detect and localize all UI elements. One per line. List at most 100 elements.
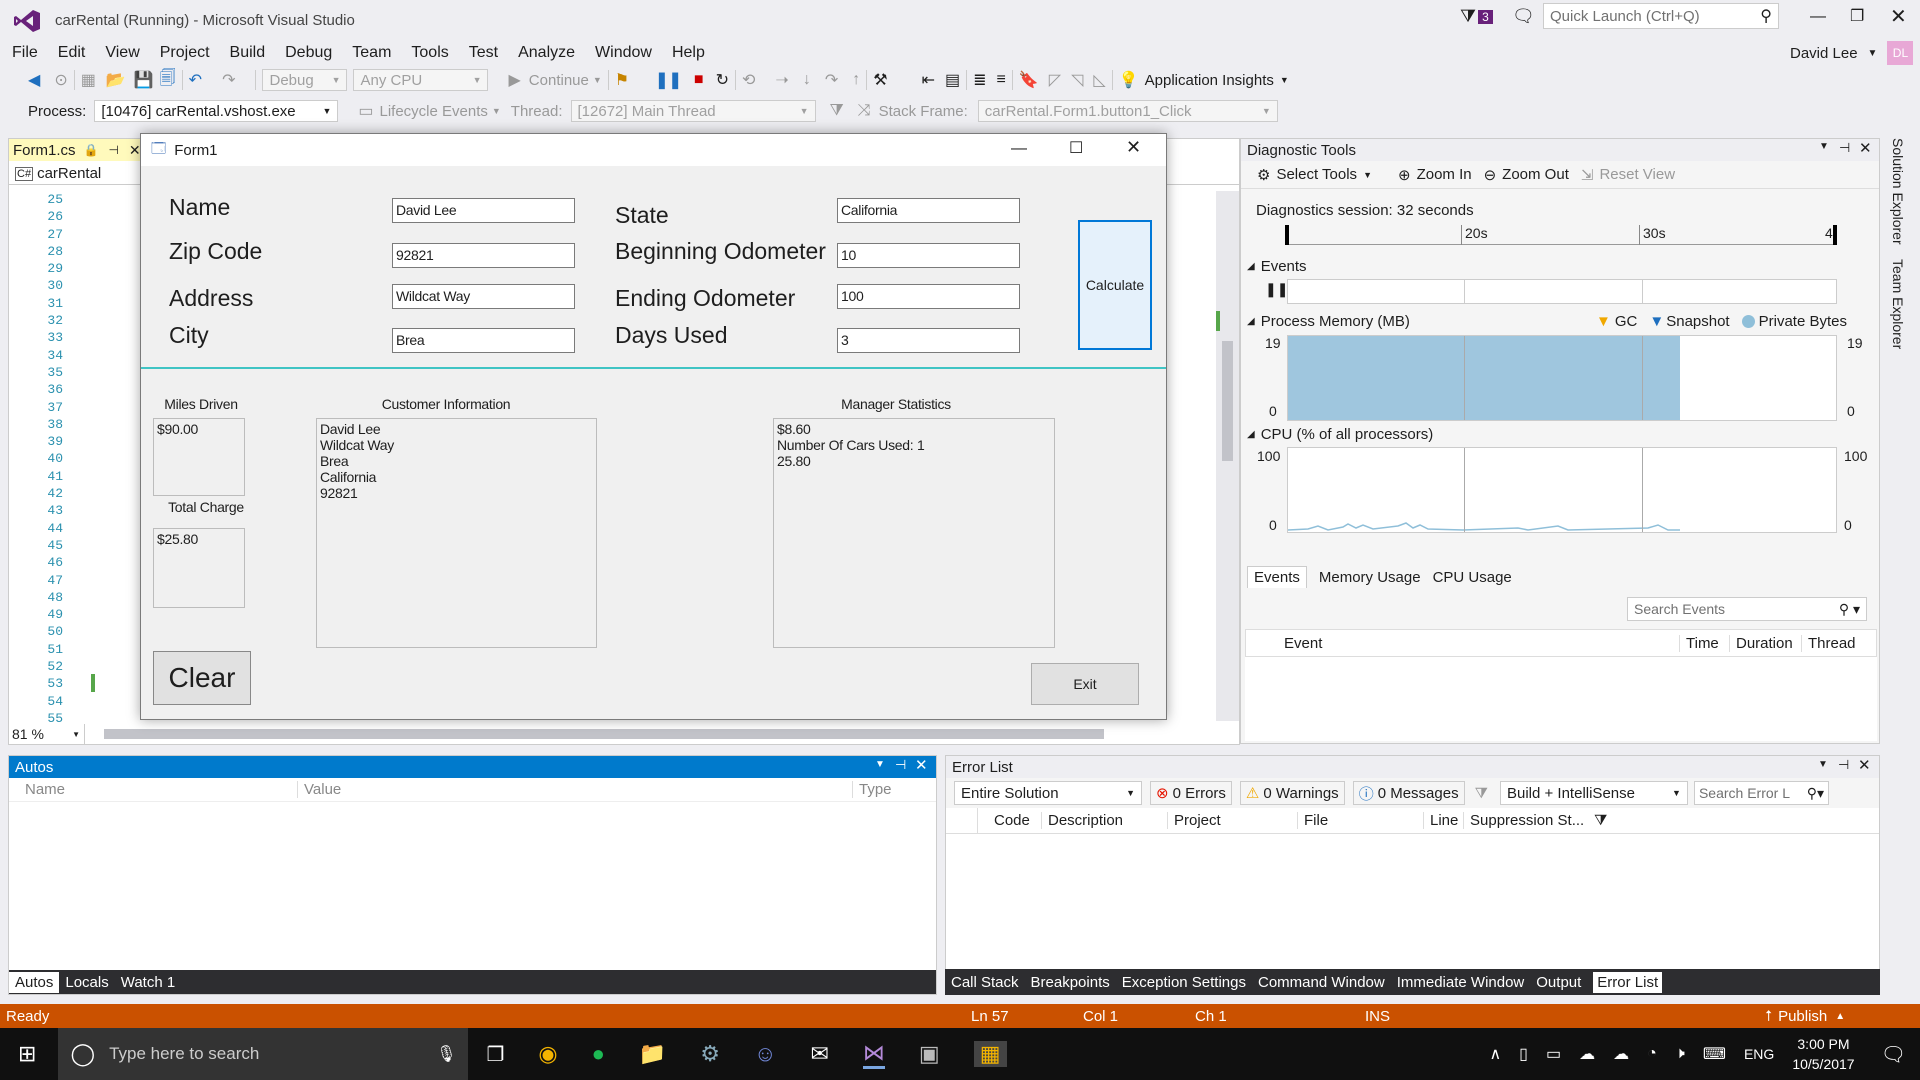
stack-frame-select[interactable]: carRental.Form1.button1_Click ▼ (977, 100, 1278, 122)
step-into-icon[interactable]: ➝ (775, 70, 788, 90)
user-name[interactable]: David Lee (1790, 45, 1858, 62)
lifecycle-events-button[interactable]: Lifecycle Events (379, 103, 487, 120)
close-button[interactable]: ✕ (1890, 4, 1907, 29)
messages-filter-button[interactable]: ⓘ 0 Messages (1352, 781, 1465, 805)
menu-tools[interactable]: Tools (411, 44, 448, 62)
build-select[interactable]: Build + IntelliSense ▼ (1499, 781, 1688, 805)
hot-path-icon[interactable]: ⚒ (873, 70, 887, 90)
publish-button[interactable]: Publish (1778, 1008, 1827, 1025)
microphone-icon[interactable]: 🎙 (436, 1044, 456, 1064)
filter-icon[interactable]: ⧩ (1594, 812, 1607, 829)
zoom-in-icon[interactable]: ⊕ (1398, 166, 1411, 184)
battery-icon[interactable]: ▭ (1546, 1044, 1561, 1064)
gear-icon[interactable]: ⚙ (1257, 166, 1270, 184)
lock-icon[interactable]: 🔒 (84, 143, 99, 157)
onedrive-icon[interactable]: ☁ (1579, 1044, 1595, 1064)
memory-section-header[interactable]: ◢ Process Memory (MB) (1247, 313, 1410, 330)
save-icon[interactable]: 💾 (134, 70, 154, 90)
form-close-button[interactable]: ✕ (1126, 137, 1141, 158)
tab-cpu-usage[interactable]: CPU Usage (1433, 569, 1512, 586)
tab-breakpoints[interactable]: Breakpoints (1031, 974, 1110, 991)
new-project-icon[interactable]: ▦ (81, 70, 96, 90)
clear-button[interactable]: Clear (153, 651, 251, 705)
running-form-icon[interactable]: ▦ (973, 1041, 1007, 1067)
pin-icon[interactable]: ⊣ (1839, 140, 1850, 156)
tab-watch-1[interactable]: Watch 1 (121, 974, 175, 991)
menu-test[interactable]: Test (469, 44, 498, 62)
windows-start-icon[interactable]: ⊞ (18, 1041, 36, 1067)
address-input[interactable]: Wildcat Way (392, 284, 575, 309)
save-all-icon[interactable]: 🗐 (160, 67, 176, 94)
vertical-scrollbar[interactable] (1216, 191, 1239, 721)
events-section-header[interactable]: ◢ Events (1247, 258, 1307, 275)
chevron-down-icon[interactable]: ▼ (593, 75, 602, 85)
chevron-up-icon[interactable]: ∧ (1489, 1044, 1501, 1064)
mail-icon[interactable]: ✉ (810, 1041, 828, 1067)
tab-form1-cs[interactable]: Form1.cs 🔒 ⊣ ✕ (9, 139, 144, 161)
pause-icon[interactable]: ❚❚ (655, 70, 682, 90)
file-explorer-icon[interactable]: 📁 (639, 1041, 666, 1067)
search-events-input[interactable]: Search Events ⚲ ▾ (1627, 597, 1867, 621)
flag-thread-icon[interactable]: ⧩ (830, 102, 844, 120)
minimize-button[interactable]: — (1810, 8, 1826, 26)
col-description[interactable]: Description (1042, 812, 1168, 829)
exit-button[interactable]: Exit (1031, 663, 1139, 705)
chevron-down-icon[interactable]: ▼ (1280, 75, 1289, 85)
chevron-down-icon[interactable]: ▼ (1818, 759, 1828, 770)
scope-select[interactable]: Entire Solution ▼ (954, 781, 1142, 805)
col-name[interactable]: Name (25, 781, 297, 798)
clear-filter-icon[interactable]: ⧩ (1475, 785, 1488, 802)
back-icon[interactable]: ◀ (28, 70, 40, 90)
tab-immediate-window[interactable]: Immediate Window (1397, 974, 1525, 991)
avatar[interactable]: DL (1887, 41, 1914, 65)
col-code[interactable]: Code (978, 812, 1042, 829)
search-error-list-input[interactable]: Search Error L ⚲▾ (1693, 781, 1829, 805)
form-maximize-button[interactable]: ☐ (1069, 138, 1083, 158)
app-insights-button[interactable]: Application Insights (1145, 72, 1274, 89)
clear-bookmark-icon[interactable]: ◺ (1093, 70, 1105, 90)
zoom-in-button[interactable]: Zoom In (1417, 166, 1472, 183)
zoom-out-icon[interactable]: ⊖ (1484, 166, 1497, 184)
thread-select[interactable]: [12672] Main Thread ▼ (570, 100, 816, 122)
tab-exception-settings[interactable]: Exception Settings (1122, 974, 1246, 991)
language-indicator[interactable]: ENG (1744, 1046, 1774, 1062)
zip-input[interactable]: 92821 (392, 243, 575, 268)
col-project[interactable]: Project (1168, 812, 1298, 829)
taskbar-search[interactable]: ◯ Type here to search 🎙 (58, 1028, 469, 1080)
form-minimize-button[interactable]: — (1011, 140, 1027, 158)
menu-window[interactable]: Window (595, 44, 652, 62)
col-line[interactable]: Line (1424, 812, 1464, 829)
lightbulb-icon[interactable]: 💡 (1119, 70, 1139, 90)
cloud-icon[interactable]: ☁ (1613, 1044, 1629, 1064)
tab-output[interactable]: Output (1536, 974, 1581, 991)
state-input[interactable]: California (837, 198, 1020, 223)
visual-studio-icon[interactable]: ⋈ (862, 1040, 885, 1069)
close-icon[interactable]: ✕ (915, 756, 928, 774)
menu-build[interactable]: Build (230, 44, 266, 62)
config-select[interactable]: Debug ▼ (262, 69, 348, 91)
platform-select[interactable]: Any CPU ▼ (353, 69, 489, 91)
tab-memory-usage[interactable]: Memory Usage (1319, 569, 1421, 586)
menu-project[interactable]: Project (160, 44, 210, 62)
tab-team-explorer[interactable]: Team Explorer (1890, 259, 1906, 349)
app-icon[interactable]: ▣ (919, 1041, 940, 1067)
lifecycle-icon[interactable]: ▭ (358, 101, 373, 121)
col-event[interactable]: Event (1284, 635, 1679, 652)
step-over-icon[interactable]: ↓ (803, 71, 811, 89)
restore-button[interactable]: ❐ (1850, 6, 1864, 26)
stop-icon[interactable]: ■ (694, 71, 704, 89)
chevron-up-icon[interactable]: ▲ (1835, 1011, 1845, 1022)
continue-button[interactable]: Continue (529, 72, 589, 89)
keyboard-icon[interactable]: ⌨ (1703, 1044, 1726, 1064)
volume-icon[interactable]: 🕨 (1675, 1045, 1685, 1063)
col-value[interactable]: Value (297, 781, 852, 798)
tablet-icon[interactable]: ▯ (1519, 1044, 1528, 1064)
reset-view-icon[interactable]: ⇲ (1581, 166, 1594, 184)
col-thread[interactable]: Thread (1801, 634, 1856, 652)
menu-edit[interactable]: Edit (58, 44, 86, 62)
tab-call-stack[interactable]: Call Stack (951, 974, 1019, 991)
tab-error-list[interactable]: Error List (1593, 971, 1663, 993)
open-icon[interactable]: 📂 (106, 70, 126, 90)
pause-icon[interactable]: ❚❚ (1265, 281, 1288, 298)
col-duration[interactable]: Duration (1729, 634, 1801, 652)
